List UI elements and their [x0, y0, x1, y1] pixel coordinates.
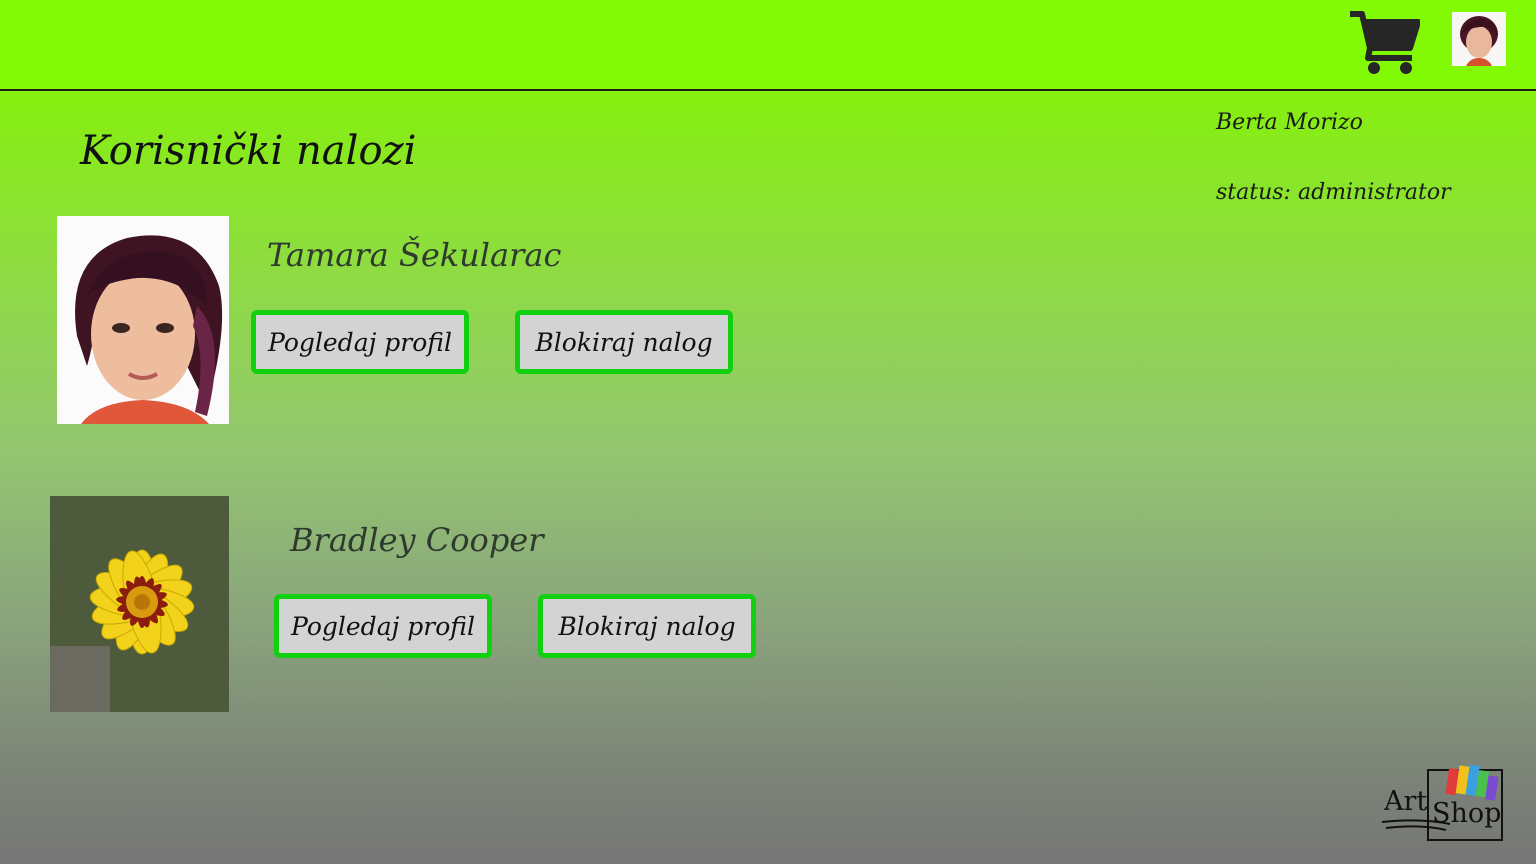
- top-bar: [0, 0, 1536, 91]
- page-title: Korisnički nalozi: [80, 128, 417, 174]
- current-user-status: status: administrator: [1216, 180, 1451, 205]
- logo-text: Art: [1384, 786, 1428, 817]
- view-profile-button[interactable]: Pogledaj profil: [251, 310, 469, 374]
- account-name: Bradley Cooper: [290, 521, 544, 559]
- view-profile-button[interactable]: Pogledaj profil: [274, 594, 492, 658]
- logo-text: Shop: [1432, 798, 1502, 829]
- block-account-button[interactable]: Blokiraj nalog: [515, 310, 733, 374]
- block-account-button[interactable]: Blokiraj nalog: [538, 594, 756, 658]
- avatar[interactable]: [1452, 12, 1506, 66]
- account-photo-tamara: [57, 216, 229, 424]
- shopping-cart-icon[interactable]: [1348, 8, 1420, 76]
- current-user-name: Berta Morizo: [1216, 110, 1363, 135]
- artshop-logo: Art Shop: [1380, 760, 1512, 844]
- account-name: Tamara Šekularac: [267, 236, 562, 274]
- account-photo-bradley: [50, 496, 229, 712]
